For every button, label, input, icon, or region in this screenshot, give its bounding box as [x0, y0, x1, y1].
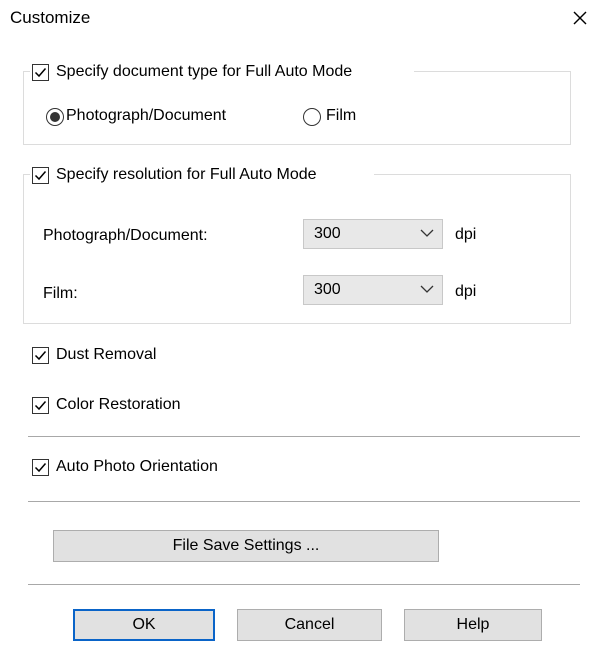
separator	[28, 436, 580, 437]
color-restoration-label: Color Restoration	[56, 396, 181, 413]
title-bar: Customize	[0, 0, 606, 36]
dust-removal-checkbox[interactable]	[32, 347, 49, 364]
checkmark-icon	[34, 463, 47, 473]
radio-photograph-document[interactable]	[46, 108, 64, 126]
help-button[interactable]: Help	[404, 609, 542, 641]
photograph-document-resolution-label: Photograph/Document:	[43, 227, 208, 244]
auto-photo-orientation-checkbox[interactable]	[32, 459, 49, 476]
film-resolution-label: Film:	[43, 285, 78, 302]
window-title: Customize	[10, 8, 91, 27]
resolution-checkbox[interactable]	[32, 167, 49, 184]
dust-removal-label: Dust Removal	[56, 346, 157, 363]
doc-type-header: Specify document type for Full Auto Mode	[30, 62, 414, 84]
checkmark-icon	[34, 68, 47, 78]
close-icon	[573, 11, 587, 25]
ok-button[interactable]: OK	[73, 609, 215, 641]
checkmark-icon	[34, 171, 47, 181]
photograph-document-dpi-unit: dpi	[455, 226, 477, 243]
film-dpi-unit: dpi	[455, 283, 477, 300]
color-restoration-checkbox[interactable]	[32, 397, 49, 414]
film-dpi-value: 300	[314, 281, 341, 298]
photograph-document-dpi-value: 300	[314, 225, 341, 242]
auto-photo-orientation-label: Auto Photo Orientation	[56, 458, 218, 475]
close-button[interactable]	[566, 4, 594, 32]
film-dpi-select[interactable]: 300	[303, 275, 443, 305]
doc-type-checkbox-label: Specify document type for Full Auto Mode	[56, 63, 353, 80]
chevron-down-icon	[420, 285, 434, 293]
separator	[28, 584, 580, 585]
radio-photograph-document-label: Photograph/Document	[66, 107, 227, 124]
customize-dialog: Customize Specify document type for Full…	[0, 0, 606, 656]
resolution-group	[23, 174, 571, 324]
resolution-checkbox-label: Specify resolution for Full Auto Mode	[56, 166, 317, 183]
doc-type-checkbox[interactable]	[32, 64, 49, 81]
resolution-header: Specify resolution for Full Auto Mode	[30, 165, 374, 187]
separator	[28, 501, 580, 502]
checkmark-icon	[34, 351, 47, 361]
cancel-button[interactable]: Cancel	[237, 609, 382, 641]
photograph-document-dpi-select[interactable]: 300	[303, 219, 443, 249]
file-save-settings-button[interactable]: File Save Settings ...	[53, 530, 439, 562]
radio-film-label: Film	[326, 107, 357, 124]
radio-selected-dot	[50, 112, 60, 122]
checkmark-icon	[34, 401, 47, 411]
radio-film[interactable]	[303, 108, 321, 126]
chevron-down-icon	[420, 229, 434, 237]
